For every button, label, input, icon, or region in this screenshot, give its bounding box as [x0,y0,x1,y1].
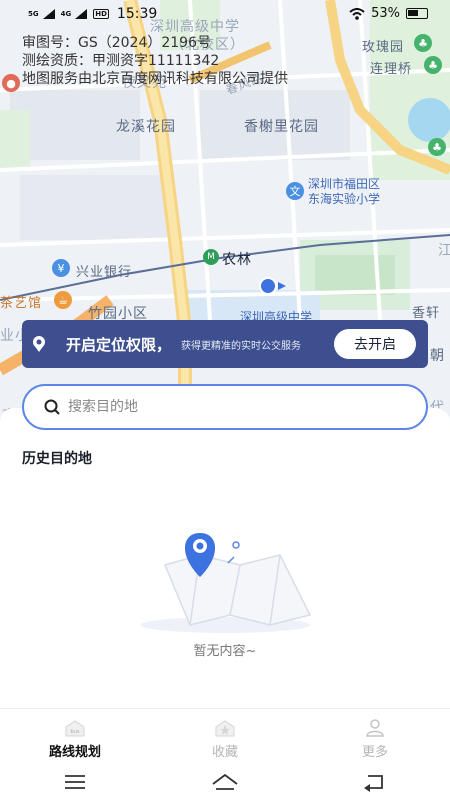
battery-percent: 53% [371,6,400,21]
tab-label: 更多 [361,745,388,760]
back-icon[interactable] [360,772,390,792]
history-title: 历史目的地 [22,451,92,467]
map-copyright: 审图号：GS（2024）2196号 测绘资质：甲测资字11111342 地图服务… [22,34,288,88]
map-label-meiyuan: 玫瑰园 [362,40,405,55]
restaurant-icon: ● [2,74,20,92]
copyright-line: 测绘资质：甲测资字11111342 [22,53,220,69]
location-pin-icon [32,335,50,353]
map-label-xiangxuan: 香轩 [412,306,441,321]
search-input[interactable] [68,399,388,415]
map-label-jiang: 江 [438,243,450,259]
signal-5g-label: 5G [28,10,39,18]
status-right: 53% [349,6,428,21]
signal-icon [75,9,88,19]
home-icon[interactable] [210,772,240,792]
tab-bar: bus 路线规划 收藏 更多 [0,708,450,764]
copyright-line: 审图号：GS（2024）2196号 [22,35,211,51]
tab-label: 路线规划 [48,745,101,760]
hd-badge: HD [93,9,109,19]
cafe-icon: ☕ [54,291,72,309]
tab-label: 收藏 [211,745,238,760]
map-label-futian-school: 深圳市福田区 东海实验小学 [308,177,381,206]
status-time: 15:39 [116,6,158,22]
map-view[interactable]: 深圳高级中学 （北校区） 玫瑰园 ♣ 连理桥 ♣ ♣ ● 夜叉苑 春风路 龙溪花… [0,0,450,440]
map-label-lianliqiao: 连理桥 [370,62,413,77]
status-bar: 5G 4G HD 15:39 53% [0,0,450,28]
map-label-longxi: 龙溪花园 [116,119,176,135]
park-icon: ♣ [424,56,442,74]
map-label-tea: 茶艺馆 [0,296,43,311]
location-permission-banner[interactable]: 开启定位权限， 获得更精准的实时公交服务 去开启 [22,320,428,368]
system-nav-bar [0,764,450,800]
favorite-icon [215,720,235,737]
park-icon: ♣ [414,34,432,52]
banner-title: 开启定位权限， [66,335,172,354]
empty-illustration [130,525,320,635]
map-label-chao: 朝 [430,348,445,364]
wifi-icon [349,7,365,20]
battery-icon [406,8,428,19]
tab-favorites[interactable]: 收藏 [150,709,300,764]
metro-icon: M [203,249,219,265]
school-icon: 文 [286,182,304,200]
menu-icon[interactable] [60,772,90,792]
signal-4g-label: 4G [60,10,72,18]
map-label-xiangxie: 香榭里花园 [244,119,319,135]
map-pin-illustration-icon [140,533,312,633]
user-icon [366,719,384,737]
svg-text:bus: bus [71,729,80,735]
enable-location-button[interactable]: 去开启 [334,329,416,359]
route-icon: bus [65,720,85,737]
park-icon: ♣ [428,138,446,156]
signal-icon [42,9,55,19]
location-dot-icon [259,277,286,295]
empty-state-text: 暂无内容~ [193,644,257,659]
tab-more[interactable]: 更多 [300,709,450,764]
current-location-marker [258,276,286,296]
copyright-line: 地图服务由北京百度网讯科技有限公司提供 [22,71,288,87]
map-label-xingye: 兴业银行 [76,265,133,280]
bank-icon: ¥ [52,259,70,277]
map-label-nonglin: 农林 [222,252,252,268]
search-bar[interactable] [22,384,428,430]
search-icon [44,399,60,415]
banner-subtitle: 获得更精准的实时公交服务 [181,340,302,352]
tab-route-planning[interactable]: bus 路线规划 [0,709,150,764]
